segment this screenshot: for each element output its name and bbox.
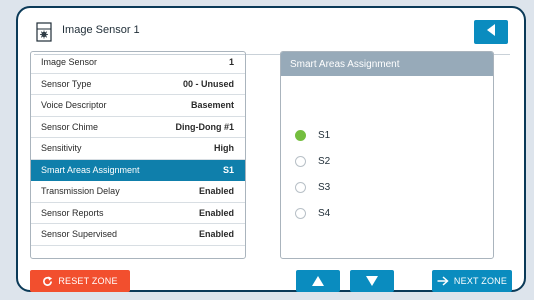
area-option-label: S1 [318,129,331,141]
property-label: Sensor Reports [41,207,104,218]
property-label: Smart Areas Assignment [41,164,140,175]
arrow-right-icon [437,276,449,286]
zone-properties-list: Image Sensor 1 Sensor Type 00 - Unused V… [30,51,246,259]
radio-unchecked-icon[interactable] [295,207,306,219]
property-label: Voice Descriptor [41,100,107,111]
property-row-voice-descriptor[interactable]: Voice Descriptor Basement [31,95,245,117]
next-zone-label: NEXT ZONE [453,276,508,286]
property-value: Enabled [198,207,234,218]
area-option-label: S2 [318,155,331,167]
page-title: Image Sensor 1 [62,24,140,36]
radio-unchecked-icon[interactable] [295,181,306,193]
smart-areas-panel: Smart Areas Assignment S1 S2 S3 S4 [280,51,494,259]
property-value: High [214,143,234,154]
move-down-button[interactable] [350,270,394,292]
area-option-s4[interactable]: S4 [295,200,330,226]
property-value: Basement [190,100,234,111]
reset-zone-button[interactable]: RESET ZONE [30,270,130,292]
header: Image Sensor 1 [28,18,516,50]
radio-unchecked-icon[interactable] [295,155,306,167]
smart-areas-title: Smart Areas Assignment [281,52,493,76]
property-label: Sensor Type [41,78,92,89]
property-value: 00 - Unused [182,78,234,89]
property-label: Sensor Chime [41,121,99,132]
property-row-sensor-supervised[interactable]: Sensor Supervised Enabled [31,224,245,246]
refresh-icon [42,275,53,287]
arrow-down-icon [366,276,378,286]
property-row-sensor-chime[interactable]: Sensor Chime Ding-Dong #1 [31,117,245,138]
area-option-label: S4 [318,207,331,219]
area-option-s1[interactable]: S1 [295,122,330,148]
property-value: Ding-Dong #1 [175,121,235,132]
move-up-button[interactable] [296,270,340,292]
image-sensor-icon [36,22,52,42]
smart-areas-radio-group: S1 S2 S3 S4 [295,122,330,226]
property-value: 1 [228,57,234,68]
property-value: Enabled [198,229,234,240]
property-row-smart-areas-assignment[interactable]: Smart Areas Assignment S1 [31,159,245,181]
arrow-up-icon [312,276,324,286]
property-row-sensor-type[interactable]: Sensor Type 00 - Unused [31,74,245,95]
back-arrow-icon [486,23,496,41]
property-row-sensor-reports[interactable]: Sensor Reports Enabled [31,203,245,224]
area-option-s3[interactable]: S3 [295,174,330,200]
property-label: Image Sensor [41,57,98,68]
radio-checked-icon[interactable] [295,129,306,141]
reset-zone-label: RESET ZONE [58,276,118,286]
property-value: Enabled [198,186,234,197]
property-row-transmission-delay[interactable]: Transmission Delay Enabled [31,181,245,203]
area-option-label: S3 [318,181,331,193]
area-option-s2[interactable]: S2 [295,148,330,174]
property-label: Sensitivity [41,143,82,154]
back-button[interactable] [474,20,508,44]
property-row-sensitivity[interactable]: Sensitivity High [31,138,245,160]
property-label: Transmission Delay [41,186,120,197]
property-value: S1 [222,164,234,175]
next-zone-button[interactable]: NEXT ZONE [432,270,512,292]
property-label: Sensor Supervised [41,229,118,240]
property-row-image-sensor[interactable]: Image Sensor 1 [31,52,245,74]
